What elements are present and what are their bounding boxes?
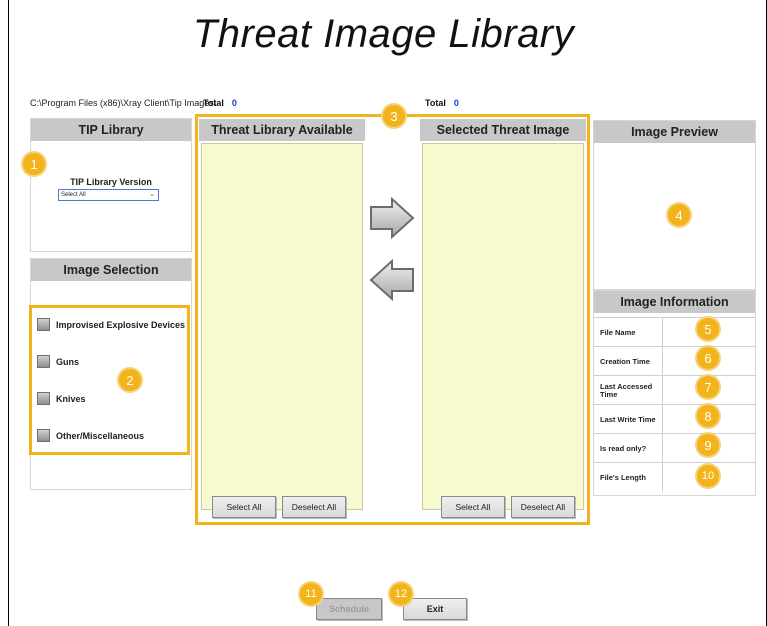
schedule-button[interactable]: Schedule: [316, 598, 382, 620]
callout-badge-4: 4: [668, 204, 690, 226]
image-information-header: Image Information: [594, 291, 755, 313]
callout-highlight-3: [195, 114, 590, 525]
tip-library-version-value: Select All: [61, 192, 86, 198]
tip-library-version-label: TIP Library Version: [70, 177, 152, 187]
file-name-label: File Name: [600, 327, 636, 337]
selected-total-label: Total: [425, 98, 446, 108]
last-accessed-label: Last Accessed Time: [600, 381, 653, 399]
last-write-label: Last Write Time: [600, 414, 656, 424]
file-length-label: File's Length: [600, 472, 646, 482]
callout-badge-6: 6: [697, 347, 719, 369]
callout-badge-10: 10: [697, 465, 719, 487]
tip-images-path: C:\Program Files (x86)\Xray Client\Tip I…: [30, 98, 217, 108]
available-total-value: 0: [231, 98, 237, 108]
callout-badge-5: 5: [697, 318, 719, 340]
callout-badge-9: 9: [697, 434, 719, 456]
callout-badge-11: 11: [300, 583, 322, 605]
image-information-panel: Image Information File Name Creation Tim…: [593, 290, 756, 496]
callout-badge-1: 1: [23, 153, 45, 175]
info-row-creation-time: Creation Time: [594, 346, 756, 376]
read-only-label: Is read only?: [600, 443, 647, 453]
callout-badge-12: 12: [390, 583, 412, 605]
image-preview-header: Image Preview: [594, 121, 755, 143]
creation-time-label: Creation Time: [600, 356, 650, 366]
available-total: Total 0: [203, 98, 237, 108]
available-total-label: Total: [203, 98, 224, 108]
callout-highlight-2: [29, 305, 190, 455]
info-row-file-length: File's Length: [594, 462, 756, 492]
info-row-file-name: File Name: [594, 317, 756, 347]
info-row-last-accessed: Last Accessed Time: [594, 375, 756, 405]
tip-library-panel: TIP Library TIP Library Version Select A…: [30, 118, 192, 252]
callout-badge-2: 2: [119, 369, 141, 391]
info-row-last-write: Last Write Time: [594, 404, 756, 434]
page-title: Threat Image Library: [192, 12, 575, 56]
image-selection-header: Image Selection: [31, 259, 191, 281]
tip-library-header: TIP Library: [31, 119, 191, 141]
selected-total-value: 0: [453, 98, 459, 108]
chevron-down-icon: ⌄: [149, 191, 155, 198]
selected-total: Total 0: [425, 98, 459, 108]
callout-badge-7: 7: [697, 376, 719, 398]
exit-button[interactable]: Exit: [403, 598, 467, 620]
callout-badge-3: 3: [383, 105, 405, 127]
callout-badge-8: 8: [697, 405, 719, 427]
info-row-read-only: Is read only?: [594, 433, 756, 463]
tip-library-version-select[interactable]: Select All ⌄: [58, 189, 159, 201]
